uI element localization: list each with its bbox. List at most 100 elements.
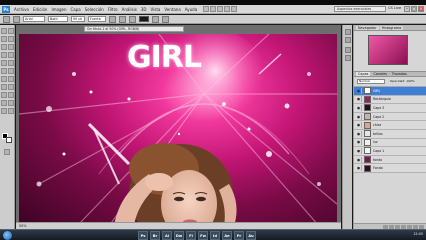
font-size-field[interactable]: 90 pt bbox=[71, 16, 85, 22]
layer-row[interactable]: ● luz bbox=[354, 138, 426, 148]
taskbar-app-id[interactable]: Id bbox=[210, 231, 220, 240]
layer-row[interactable]: ● Capa 2 bbox=[354, 112, 426, 122]
zoom-percentage[interactable]: 50% bbox=[19, 224, 27, 228]
close-icon[interactable]: × bbox=[418, 6, 424, 12]
quick-select-tool-icon[interactable] bbox=[8, 36, 14, 42]
shape-tool-icon[interactable] bbox=[8, 92, 14, 98]
menu-ayuda[interactable]: Ayuda bbox=[183, 7, 199, 12]
visibility-eye-icon[interactable]: ● bbox=[356, 165, 362, 172]
visibility-eye-icon[interactable]: ● bbox=[356, 156, 362, 163]
font-style-select[interactable]: Bold bbox=[48, 16, 68, 22]
screen-mode-button[interactable] bbox=[231, 6, 238, 12]
hand-tool-icon[interactable] bbox=[1, 108, 7, 114]
character-panel-icon[interactable] bbox=[162, 15, 169, 23]
layer-row[interactable]: ● fondo bbox=[354, 155, 426, 165]
menu-capa[interactable]: Capa bbox=[69, 7, 83, 12]
marquee-tool-icon[interactable] bbox=[8, 28, 14, 34]
text-orientation-icon[interactable] bbox=[13, 15, 20, 23]
antialias-select[interactable]: Fuerte bbox=[88, 16, 106, 22]
path-select-tool-icon[interactable] bbox=[1, 92, 7, 98]
type-tool-icon[interactable] bbox=[3, 15, 10, 23]
menu-filtro[interactable]: Filtro bbox=[106, 7, 120, 12]
menu-vista[interactable]: Vista bbox=[148, 7, 162, 12]
zoom-level-button[interactable] bbox=[217, 6, 224, 12]
quick-mask-icon[interactable] bbox=[4, 149, 10, 155]
visibility-eye-icon[interactable]: ● bbox=[356, 87, 362, 94]
move-tool-icon[interactable] bbox=[1, 28, 7, 34]
zoom-tool-icon[interactable] bbox=[8, 108, 14, 114]
character-panel-icon[interactable] bbox=[345, 47, 351, 53]
taskbar-app-br[interactable]: Br bbox=[150, 231, 160, 240]
tab-capas[interactable]: Capas bbox=[356, 72, 371, 76]
menu-analisis[interactable]: Análisis bbox=[120, 7, 139, 12]
start-button[interactable] bbox=[3, 231, 12, 240]
align-right-icon[interactable] bbox=[129, 15, 136, 23]
text-color-swatch[interactable] bbox=[139, 16, 149, 22]
visibility-eye-icon[interactable]: ● bbox=[356, 147, 362, 154]
paragraph-panel-icon[interactable] bbox=[345, 55, 351, 61]
gradient-tool-icon[interactable] bbox=[8, 68, 14, 74]
menu-imagen[interactable]: Imagen bbox=[49, 7, 68, 12]
align-left-icon[interactable] bbox=[109, 15, 116, 23]
crop-tool-icon[interactable] bbox=[1, 44, 7, 50]
healing-brush-tool-icon[interactable] bbox=[1, 52, 7, 58]
minimize-icon[interactable]: – bbox=[404, 6, 410, 12]
align-center-icon[interactable] bbox=[119, 15, 126, 23]
clone-stamp-tool-icon[interactable] bbox=[1, 60, 7, 66]
taskbar-app-fl[interactable]: Fl bbox=[186, 231, 196, 240]
blur-tool-icon[interactable] bbox=[1, 76, 7, 82]
menu-ventana[interactable]: Ventana bbox=[162, 7, 182, 12]
blend-mode-select[interactable]: Normal bbox=[357, 79, 385, 84]
cs-live-button[interactable]: CS Live bbox=[388, 6, 401, 10]
arrange-docs-button[interactable] bbox=[224, 6, 231, 12]
workspace-switcher[interactable]: Aspectos esenciales bbox=[334, 6, 386, 12]
warp-text-icon[interactable] bbox=[152, 15, 159, 23]
layer-row[interactable]: ● Fondo bbox=[354, 164, 426, 173]
background-color-swatch[interactable] bbox=[6, 137, 12, 143]
layer-row[interactable]: ● Capa 1 bbox=[354, 147, 426, 156]
dodge-tool-icon[interactable] bbox=[8, 76, 14, 82]
taskbar-app-dw[interactable]: Dw bbox=[174, 231, 184, 240]
history-brush-tool-icon[interactable] bbox=[8, 60, 14, 66]
tab-navegador[interactable]: Navegador bbox=[356, 25, 379, 30]
taskbar-app-ae[interactable]: Ae bbox=[222, 231, 232, 240]
menu-archivo[interactable]: Archivo bbox=[12, 7, 31, 12]
layer-row[interactable]: ● chica bbox=[354, 121, 426, 130]
bridge-button[interactable] bbox=[203, 6, 210, 12]
layer-row[interactable]: ● Capa 3 bbox=[354, 104, 426, 113]
taskbar-app-pr[interactable]: Pr bbox=[234, 231, 244, 240]
taskbar-app-fw[interactable]: Fw bbox=[198, 231, 208, 240]
document-tab[interactable]: Sin título-1 al 50% (GIRL, RGB/8) bbox=[84, 26, 184, 32]
3d-camera-tool-icon[interactable] bbox=[8, 100, 14, 106]
tab-histograma[interactable]: Histograma bbox=[379, 25, 404, 30]
minibridge-button[interactable] bbox=[210, 6, 217, 12]
font-family-select[interactable]: Arial bbox=[23, 16, 45, 22]
opacity-field[interactable]: Opacidad: 100% bbox=[390, 79, 415, 83]
canvas-artwork[interactable]: GIRL bbox=[19, 34, 337, 226]
menu-seleccion[interactable]: Selección bbox=[83, 7, 106, 12]
layer-row[interactable]: ● GIRL bbox=[354, 87, 426, 96]
visibility-eye-icon[interactable]: ● bbox=[356, 104, 362, 111]
tab-trazados[interactable]: Trazados bbox=[390, 72, 409, 76]
lasso-tool-icon[interactable] bbox=[1, 36, 7, 42]
taskbar-app-au[interactable]: Au bbox=[246, 231, 256, 240]
eyedropper-tool-icon[interactable] bbox=[8, 44, 14, 50]
visibility-eye-icon[interactable]: ● bbox=[356, 96, 362, 103]
menu-3d[interactable]: 3D bbox=[139, 7, 149, 12]
tab-canales[interactable]: Canales bbox=[371, 72, 388, 76]
eraser-tool-icon[interactable] bbox=[1, 68, 7, 74]
canvas-girl-text[interactable]: GIRL bbox=[127, 40, 202, 75]
layer-row[interactable]: ● Rectángulo bbox=[354, 95, 426, 105]
pen-tool-icon[interactable] bbox=[1, 84, 7, 90]
actions-panel-icon[interactable] bbox=[345, 37, 351, 43]
taskbar-app-ai[interactable]: Ai bbox=[162, 231, 172, 240]
history-panel-icon[interactable] bbox=[345, 29, 351, 35]
visibility-eye-icon[interactable]: ● bbox=[356, 122, 362, 129]
visibility-eye-icon[interactable]: ● bbox=[356, 139, 362, 146]
layer-row[interactable]: ● brillos bbox=[354, 129, 426, 139]
type-tool-icon[interactable] bbox=[8, 84, 14, 90]
brush-tool-icon[interactable] bbox=[8, 52, 14, 58]
taskbar-app-ps[interactable]: Ps bbox=[138, 231, 148, 240]
visibility-eye-icon[interactable]: ● bbox=[356, 130, 362, 137]
visibility-eye-icon[interactable]: ● bbox=[356, 113, 362, 120]
